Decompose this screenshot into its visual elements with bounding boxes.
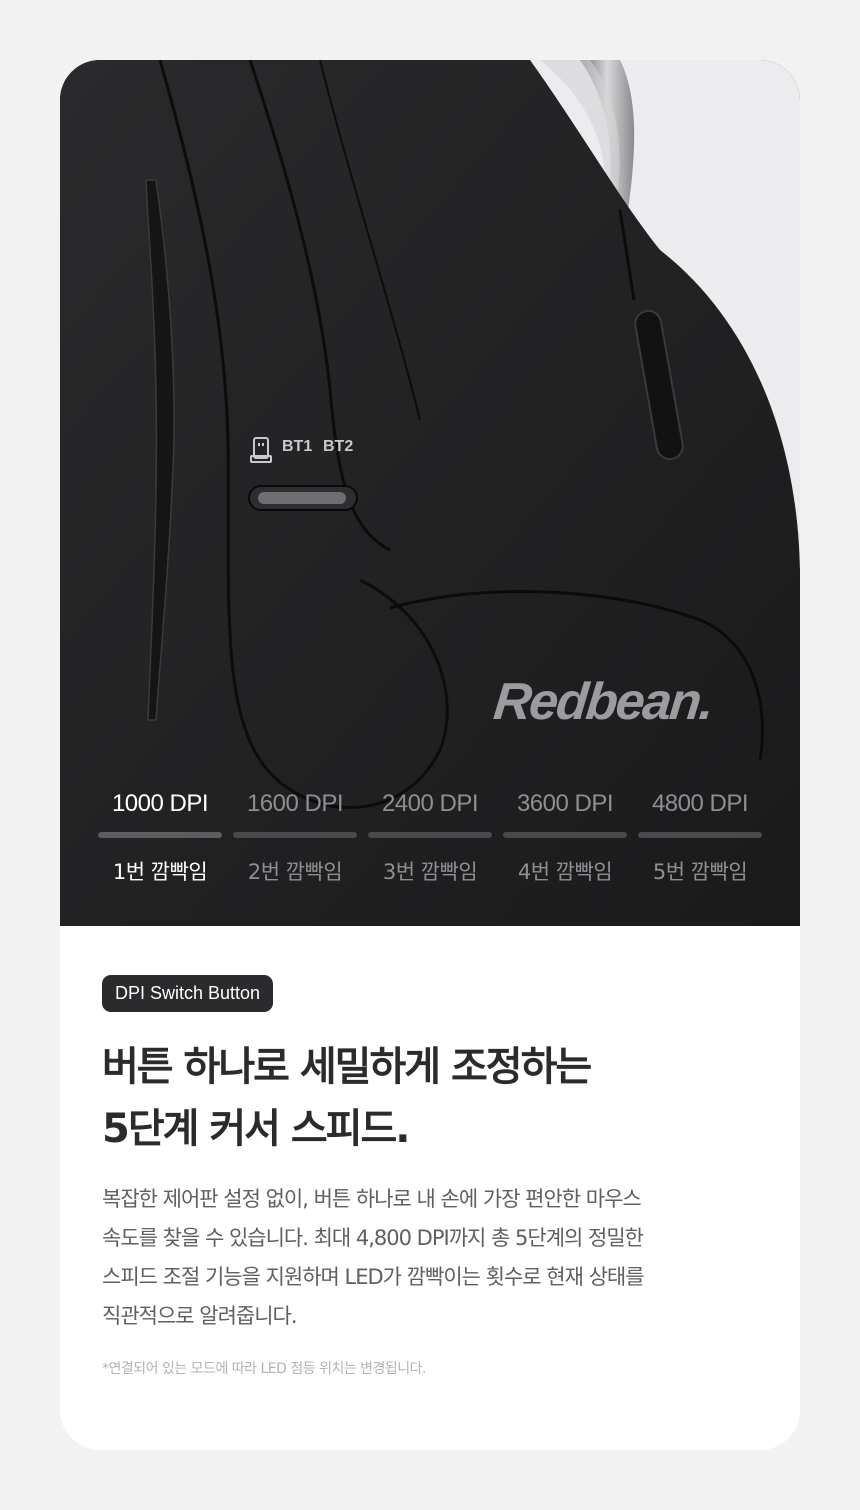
description-line-2: 속도를 찾을 수 있습니다. 최대 4,800 DPI까지 총 5단계의 정밀한 [102,1226,644,1250]
description-line-1: 복잡한 제어판 설정 없이, 버튼 하나로 내 손에 가장 편안한 마우스 [102,1187,642,1211]
dpi-value: 4800 DPI [651,790,749,817]
headline: 버튼 하나로 세밀하게 조정하는 5단계 커서 스피드. [102,1036,762,1160]
dpi-blink-count: 1번 깜빡임 [112,860,208,884]
dpi-value: 2400 DPI [381,790,479,817]
dpi-level-2: 1600 DPI 2번 깜빡임 [233,790,357,886]
dpi-indicator-bar [638,832,762,838]
dpi-blink-count: 4번 깜빡임 [517,860,613,884]
dpi-level-5: 4800 DPI 5번 깜빡임 [638,790,762,886]
dpi-indicator-bar [503,832,627,838]
description: 복잡한 제어판 설정 없이, 버튼 하나로 내 손에 가장 편안한 마우스 속도… [102,1180,762,1336]
dpi-indicator-bar [233,832,357,838]
dpi-level-4: 3600 DPI 4번 깜빡임 [503,790,627,886]
dpi-level-1: 1000 DPI 1번 깜빡임 [98,790,222,886]
dpi-blink-count: 2번 깜빡임 [247,860,343,884]
dpi-level-list: 1000 DPI 1번 깜빡임 1600 DPI 2번 깜빡임 2400 DPI… [98,790,762,886]
dpi-level-3: 2400 DPI 3번 깜빡임 [368,790,492,886]
dpi-blink-count: 5번 깜빡임 [652,860,748,884]
dpi-value: 3600 DPI [516,790,614,817]
headline-line-2: 5단계 커서 스피드. [102,1106,410,1152]
bt2-label: BT2 [323,438,354,455]
product-image: BT1 BT2 Redbean. 1000 DPI 1번 깜빡임 1600 DP… [60,60,800,926]
dpi-indicator-bar [368,832,492,838]
footnote: *연결되어 있는 모드에 따라 LED 점등 위치는 변경됩니다. [102,1361,427,1377]
dpi-indicator-bar [98,832,222,838]
brand-logo: Redbean. [490,673,716,731]
bt1-label: BT1 [282,438,313,455]
product-card: BT1 BT2 Redbean. 1000 DPI 1번 깜빡임 1600 DP… [60,60,800,1450]
dpi-blink-count: 3번 깜빡임 [382,860,478,884]
description-line-3: 스피드 조절 기능을 지원하며 LED가 깜빡이는 횟수로 현재 상태를 [102,1265,645,1289]
usb-dongle-icon [250,437,272,463]
feature-badge: DPI Switch Button [102,975,274,1012]
description-line-4: 직관적으로 알려줍니다. [102,1304,298,1328]
dpi-value: 1600 DPI [246,790,344,817]
headline-line-1: 버튼 하나로 세밀하게 조정하는 [102,1044,592,1090]
dpi-value: 1000 DPI [111,790,209,817]
